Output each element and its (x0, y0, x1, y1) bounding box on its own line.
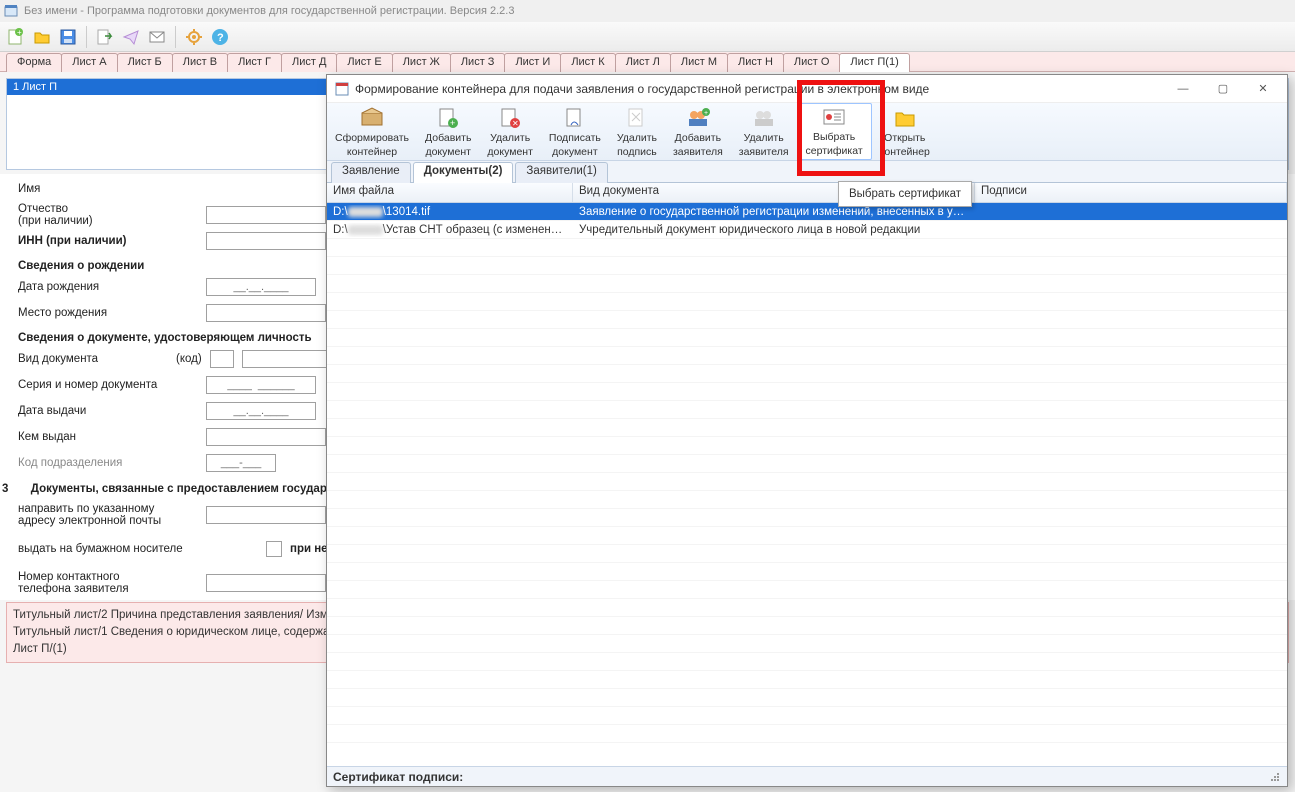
app-icon (4, 4, 18, 18)
close-button[interactable]: ✕ (1243, 75, 1283, 103)
col-filename[interactable]: Имя файла (327, 183, 573, 202)
label-inn: ИНН (при наличии) (18, 235, 198, 247)
highlight-box (797, 80, 885, 176)
label-series: Серия и номер документа (18, 379, 198, 391)
label-phone: Номер контактноготелефона заявителя (18, 571, 198, 595)
label-name: Имя (18, 183, 198, 195)
col-signatures[interactable]: Подписи (975, 183, 1287, 202)
dialog-footer: Сертификат подписи: (327, 766, 1287, 786)
delete-signature-button[interactable]: Удалитьподпись (609, 103, 665, 160)
resize-grip-icon[interactable] (1269, 771, 1281, 783)
label-paper: выдать на бумажном носителе (18, 543, 258, 555)
app-title: Без имени - Программа подготовки докумен… (24, 5, 514, 17)
main-toolbar: + ? (0, 22, 1295, 52)
issue-date-field[interactable] (206, 402, 316, 420)
label-send-email: направить по указанномуадресу электронно… (18, 503, 198, 527)
label-doc-code: (код) (176, 353, 202, 365)
new-icon[interactable]: + (4, 25, 28, 49)
sheet-tabs: Форма Лист А Лист Б Лист В Лист Г Лист Д… (0, 52, 1295, 72)
form-container-button[interactable]: Сформироватьконтейнер (327, 103, 417, 160)
paper-checkbox[interactable] (266, 541, 282, 557)
tab-list-z[interactable]: Лист З (450, 53, 506, 72)
svg-text:?: ? (217, 32, 224, 44)
table-row[interactable]: D:\xxxxxx\Устав СНТ образец (с изменени…… (327, 221, 1287, 239)
svg-text:+: + (704, 110, 708, 117)
label-birth-place: Место рождения (18, 307, 198, 319)
tab-list-o[interactable]: Лист О (783, 53, 841, 72)
label-issued-by: Кем выдан (18, 431, 198, 443)
mail-icon[interactable] (145, 25, 169, 49)
title-bar: Без имени - Программа подготовки докумен… (0, 0, 1295, 22)
tab-application[interactable]: Заявление (331, 162, 411, 183)
doc-code-field[interactable] (210, 350, 234, 368)
label-birth-date: Дата рождения (18, 281, 198, 293)
patronymic-field[interactable] (206, 206, 326, 224)
grid-header: Имя файла Вид документа Подписи (327, 183, 1287, 203)
subdivision-field[interactable] (206, 454, 276, 472)
tab-list-i[interactable]: Лист И (504, 53, 561, 72)
tab-list-m[interactable]: Лист М (670, 53, 728, 72)
save-icon[interactable] (56, 25, 80, 49)
tab-list-l[interactable]: Лист Л (615, 53, 671, 72)
export-icon[interactable] (93, 25, 117, 49)
tab-documents[interactable]: Документы(2) (413, 162, 514, 183)
send-icon[interactable] (119, 25, 143, 49)
inn-field[interactable] (206, 232, 326, 250)
section3-num: 3 (2, 483, 8, 495)
series-field[interactable] (206, 376, 316, 394)
tab-list-zh[interactable]: Лист Ж (392, 53, 451, 72)
grid-body[interactable]: D:\xxxxxx\13014.tifЗаявление о государст… (327, 203, 1287, 766)
tab-list-v[interactable]: Лист В (172, 53, 228, 72)
tab-list-e[interactable]: Лист Е (336, 53, 392, 72)
footer-label: Сертификат подписи: (333, 770, 463, 784)
svg-text:✕: ✕ (512, 119, 519, 128)
phone-field[interactable] (206, 574, 326, 592)
birth-place-field[interactable] (206, 304, 326, 322)
tab-list-d[interactable]: Лист Д (281, 53, 337, 72)
tab-form[interactable]: Форма (6, 53, 62, 72)
birth-date-field[interactable] (206, 278, 316, 296)
gear-icon[interactable] (182, 25, 206, 49)
email-field[interactable] (206, 506, 326, 524)
tab-list-b[interactable]: Лист Б (117, 53, 173, 72)
add-applicant-button[interactable]: +Добавитьзаявителя (665, 103, 731, 160)
tab-applicants[interactable]: Заявители(1) (515, 162, 607, 183)
label-doc-type: Вид документа (18, 353, 168, 365)
dialog-icon (335, 82, 349, 96)
tab-list-k[interactable]: Лист К (560, 53, 615, 72)
table-row[interactable]: D:\xxxxxx\13014.tifЗаявление о государст… (327, 203, 1287, 221)
tab-list-g[interactable]: Лист Г (227, 53, 282, 72)
tab-list-p1[interactable]: Лист П(1) (839, 53, 909, 72)
svg-text:+: + (17, 28, 22, 37)
maximize-button[interactable]: ▢ (1203, 75, 1243, 103)
minimize-button[interactable]: — (1163, 75, 1203, 103)
tab-list-n[interactable]: Лист Н (727, 53, 784, 72)
tooltip: Выбрать сертификат (838, 181, 972, 207)
open-icon[interactable] (30, 25, 54, 49)
sign-document-button[interactable]: Подписатьдокумент (541, 103, 609, 160)
label-subdivision: Код подразделения (18, 457, 198, 469)
doc-type-field[interactable] (242, 350, 332, 368)
issued-by-field[interactable] (206, 428, 326, 446)
label-patronymic: Отчество(при наличии) (18, 203, 198, 227)
delete-applicant-button[interactable]: Удалитьзаявителя (731, 103, 797, 160)
help-icon[interactable]: ? (208, 25, 232, 49)
label-issue-date: Дата выдачи (18, 405, 198, 417)
add-document-button[interactable]: +Добавитьдокумент (417, 103, 479, 160)
container-dialog: Формирование контейнера для подачи заявл… (326, 74, 1288, 787)
tab-list-a[interactable]: Лист А (61, 53, 117, 72)
delete-document-button[interactable]: ✕Удалитьдокумент (479, 103, 540, 160)
svg-text:+: + (450, 118, 455, 128)
